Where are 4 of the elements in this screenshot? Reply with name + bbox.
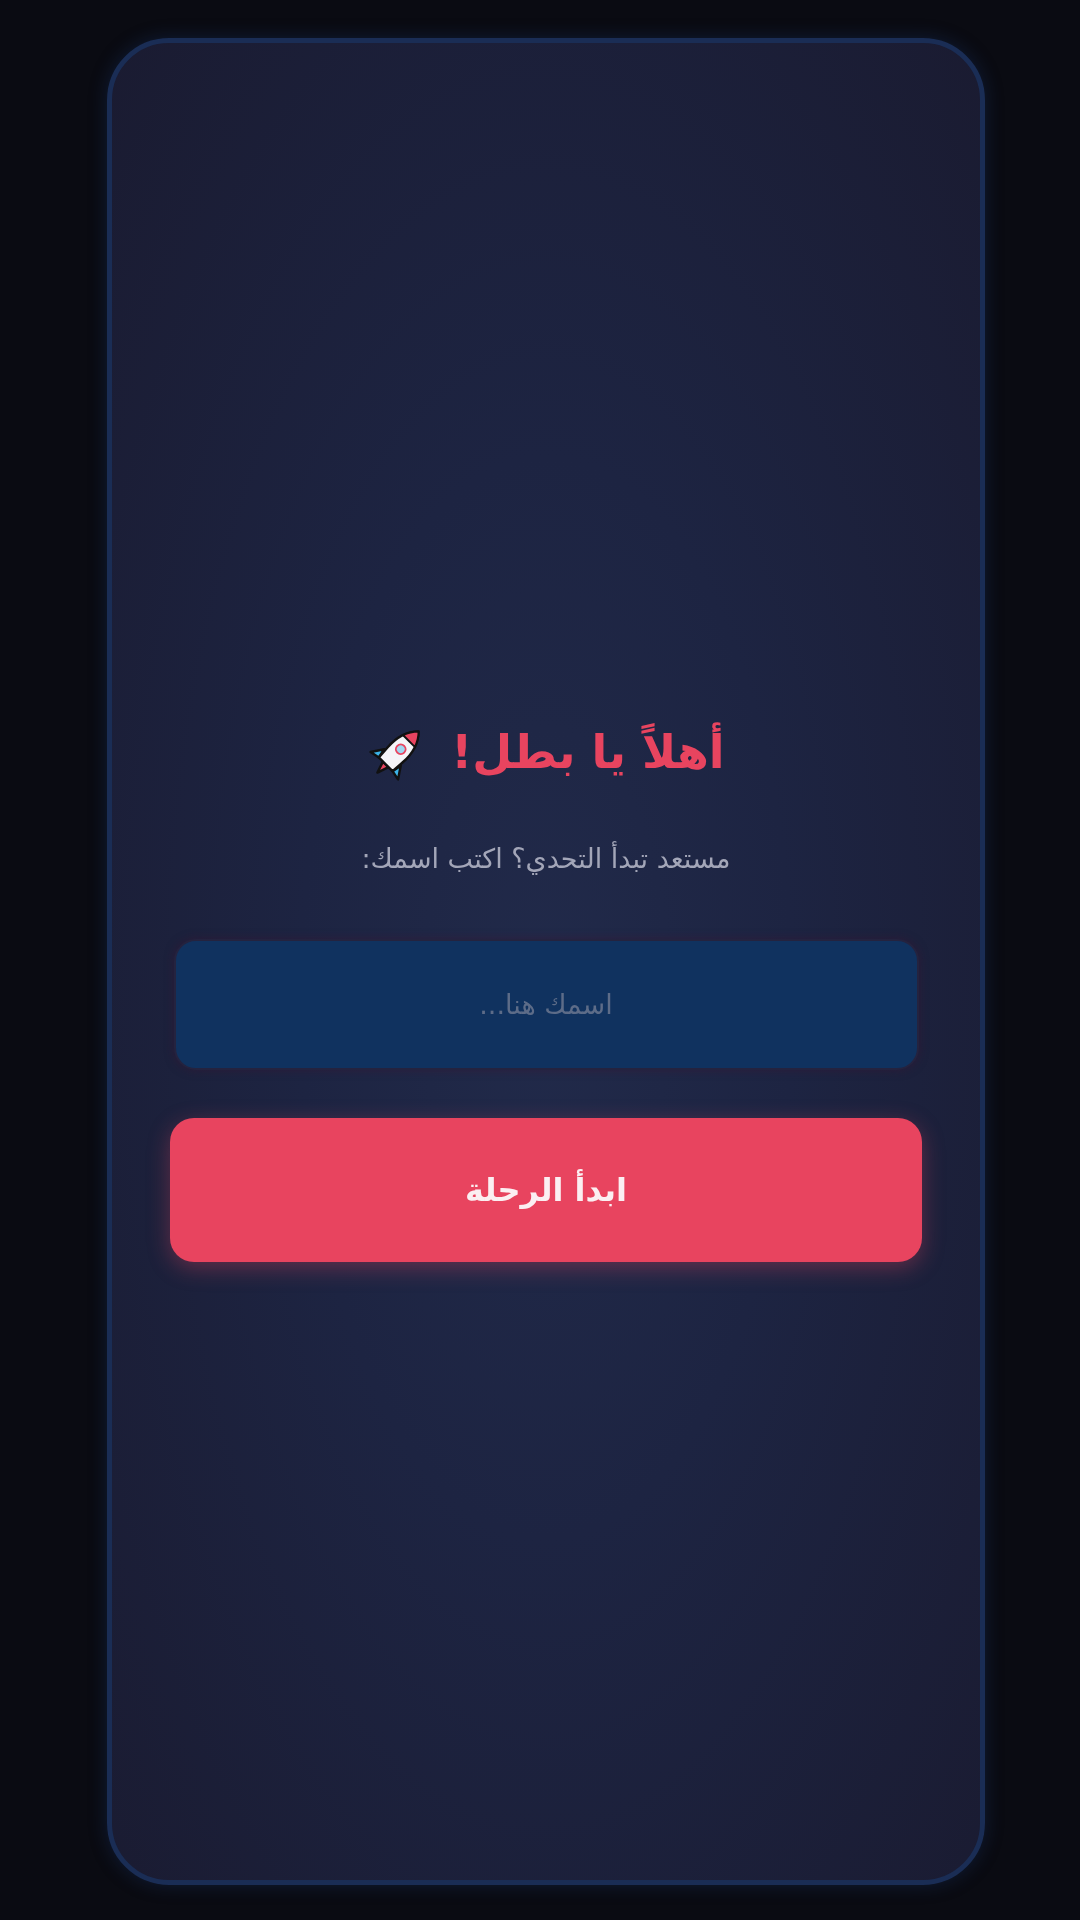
prompt-text: مستعد تبدأ التحدي؟ اكتب اسمك:: [361, 841, 731, 877]
welcome-title: أهلاً يا بطل!: [451, 722, 725, 781]
name-field[interactable]: اسمك هنا...: [173, 938, 919, 1070]
start-button[interactable]: ابدأ الرحلة: [170, 1117, 922, 1262]
